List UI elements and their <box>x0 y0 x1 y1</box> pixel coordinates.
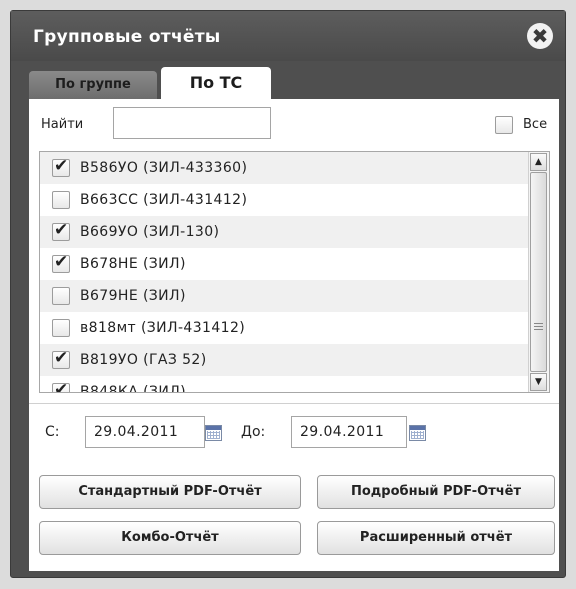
grip-line <box>534 326 543 327</box>
calendar-to-icon[interactable] <box>409 425 426 441</box>
checkmark-icon: ✔ <box>54 156 69 176</box>
calendar-header <box>410 426 425 430</box>
scroll-up-icon[interactable]: ▲ <box>530 153 547 171</box>
vehicle-label: В679НЕ (ЗИЛ) <box>80 288 186 304</box>
date-range-panel: С: 29.04.2011 До: 29.04.2011 <box>29 403 559 462</box>
checkmark-icon: ✔ <box>54 252 69 272</box>
select-all-label: Все <box>523 117 548 132</box>
vehicle-label: в818мт (ЗИЛ-431412) <box>80 320 246 336</box>
list-item[interactable]: ✔ В848КА (ЗИЛ) <box>40 376 530 393</box>
vehicle-checkbox[interactable]: ✔ <box>52 220 70 241</box>
combo-report-button[interactable]: Комбо-Отчёт <box>39 521 301 555</box>
report-buttons-panel: Стандартный PDF-Отчёт Подробный PDF-Отчё… <box>29 461 559 571</box>
vehicle-label: В669УО (ЗИЛ-130) <box>80 224 220 240</box>
date-to-label: До: <box>241 424 266 440</box>
vehicle-tab-panel: Найти Все ✔ В586УО (ЗИЛ-433360) В663СС (… <box>29 99 559 403</box>
list-item[interactable]: В679НЕ (ЗИЛ) <box>40 280 530 312</box>
date-from-label: С: <box>45 424 60 440</box>
search-label: Найти <box>41 117 84 132</box>
checkmark-icon: ✔ <box>54 220 69 240</box>
scroll-down-icon[interactable]: ▼ <box>530 373 547 391</box>
extended-report-button[interactable]: Расширенный отчёт <box>317 521 555 555</box>
calendar-header <box>206 426 221 430</box>
list-item[interactable]: ✔ В678НЕ (ЗИЛ) <box>40 248 530 280</box>
list-scrollbar[interactable]: ▲ ▼ <box>528 152 549 392</box>
tab-by-group[interactable]: По группе <box>29 71 157 99</box>
date-to-input[interactable]: 29.04.2011 <box>291 416 407 448</box>
vehicle-checkbox[interactable] <box>52 319 70 337</box>
dialog-title: Групповые отчёты <box>33 27 221 47</box>
dialog-titlebar[interactable]: Групповые отчёты ✖ <box>11 11 565 61</box>
list-item[interactable]: ✔ В819УО (ГАЗ 52) <box>40 344 530 376</box>
vehicle-label: В848КА (ЗИЛ) <box>80 384 186 393</box>
detailed-pdf-report-button[interactable]: Подробный PDF-Отчёт <box>317 475 555 509</box>
grip-line <box>534 323 543 324</box>
vehicle-label: В586УО (ЗИЛ-433360) <box>80 160 248 176</box>
calendar-grid <box>207 431 220 439</box>
vehicle-checkbox[interactable]: ✔ <box>52 252 70 273</box>
date-from-input[interactable]: 29.04.2011 <box>85 416 205 448</box>
search-input[interactable] <box>113 107 271 139</box>
vehicle-label: В663СС (ЗИЛ-431412) <box>80 192 248 208</box>
checkmark-icon: ✔ <box>54 348 69 368</box>
list-item[interactable]: ✔ В586УО (ЗИЛ-433360) <box>40 152 530 184</box>
close-icon[interactable]: ✖ <box>527 23 553 49</box>
vehicle-list: ✔ В586УО (ЗИЛ-433360) В663СС (ЗИЛ-431412… <box>39 151 550 393</box>
standard-pdf-report-button[interactable]: Стандартный PDF-Отчёт <box>39 475 301 509</box>
calendar-from-icon[interactable] <box>205 425 222 441</box>
vehicle-checkbox[interactable]: ✔ <box>52 348 70 369</box>
list-item[interactable]: В663СС (ЗИЛ-431412) <box>40 184 530 216</box>
vehicle-checkbox[interactable] <box>52 287 70 305</box>
select-all-checkbox[interactable] <box>495 116 513 134</box>
calendar-grid <box>411 431 424 439</box>
vehicle-label: В819УО (ГАЗ 52) <box>80 352 207 368</box>
checkmark-icon: ✔ <box>54 380 69 393</box>
grip-line <box>534 329 543 330</box>
vehicle-checkbox[interactable] <box>52 191 70 209</box>
scrollbar-thumb[interactable] <box>530 172 547 372</box>
list-item[interactable]: ✔ В669УО (ЗИЛ-130) <box>40 216 530 248</box>
vehicle-checkbox[interactable]: ✔ <box>52 380 70 393</box>
vehicle-label: В678НЕ (ЗИЛ) <box>80 256 186 272</box>
group-reports-dialog: Групповые отчёты ✖ По группе По ТС Найти… <box>10 10 566 578</box>
vehicle-checkbox[interactable]: ✔ <box>52 156 70 177</box>
tab-by-vehicle[interactable]: По ТС <box>161 67 271 99</box>
list-item[interactable]: в818мт (ЗИЛ-431412) <box>40 312 530 344</box>
